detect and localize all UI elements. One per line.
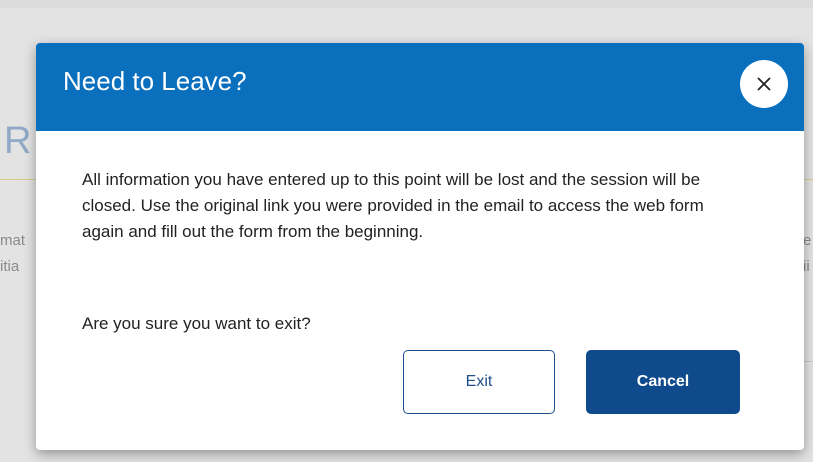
background-text: itia — [0, 258, 20, 275]
cancel-button[interactable]: Cancel — [586, 350, 740, 414]
exit-button[interactable]: Exit — [403, 350, 555, 414]
background-text: e — [803, 232, 812, 249]
dialog-title: Need to Leave? — [63, 66, 247, 96]
close-button[interactable] — [740, 60, 788, 108]
background-heading: R — [4, 120, 33, 162]
background-text: ii — [803, 258, 810, 275]
dialog-question: Are you sure you want to exit? — [82, 314, 311, 333]
dialog-header: Need to Leave? — [36, 43, 804, 131]
dialog-message-text: All information you have entered up to t… — [82, 170, 704, 241]
leave-dialog: Need to Leave? All information you have … — [36, 43, 804, 450]
dialog-message: All information you have entered up to t… — [82, 167, 742, 245]
screen: R mat itia e ii Need to Leave? All infor… — [0, 0, 813, 462]
close-icon — [757, 77, 771, 91]
background-text: mat — [0, 232, 26, 249]
